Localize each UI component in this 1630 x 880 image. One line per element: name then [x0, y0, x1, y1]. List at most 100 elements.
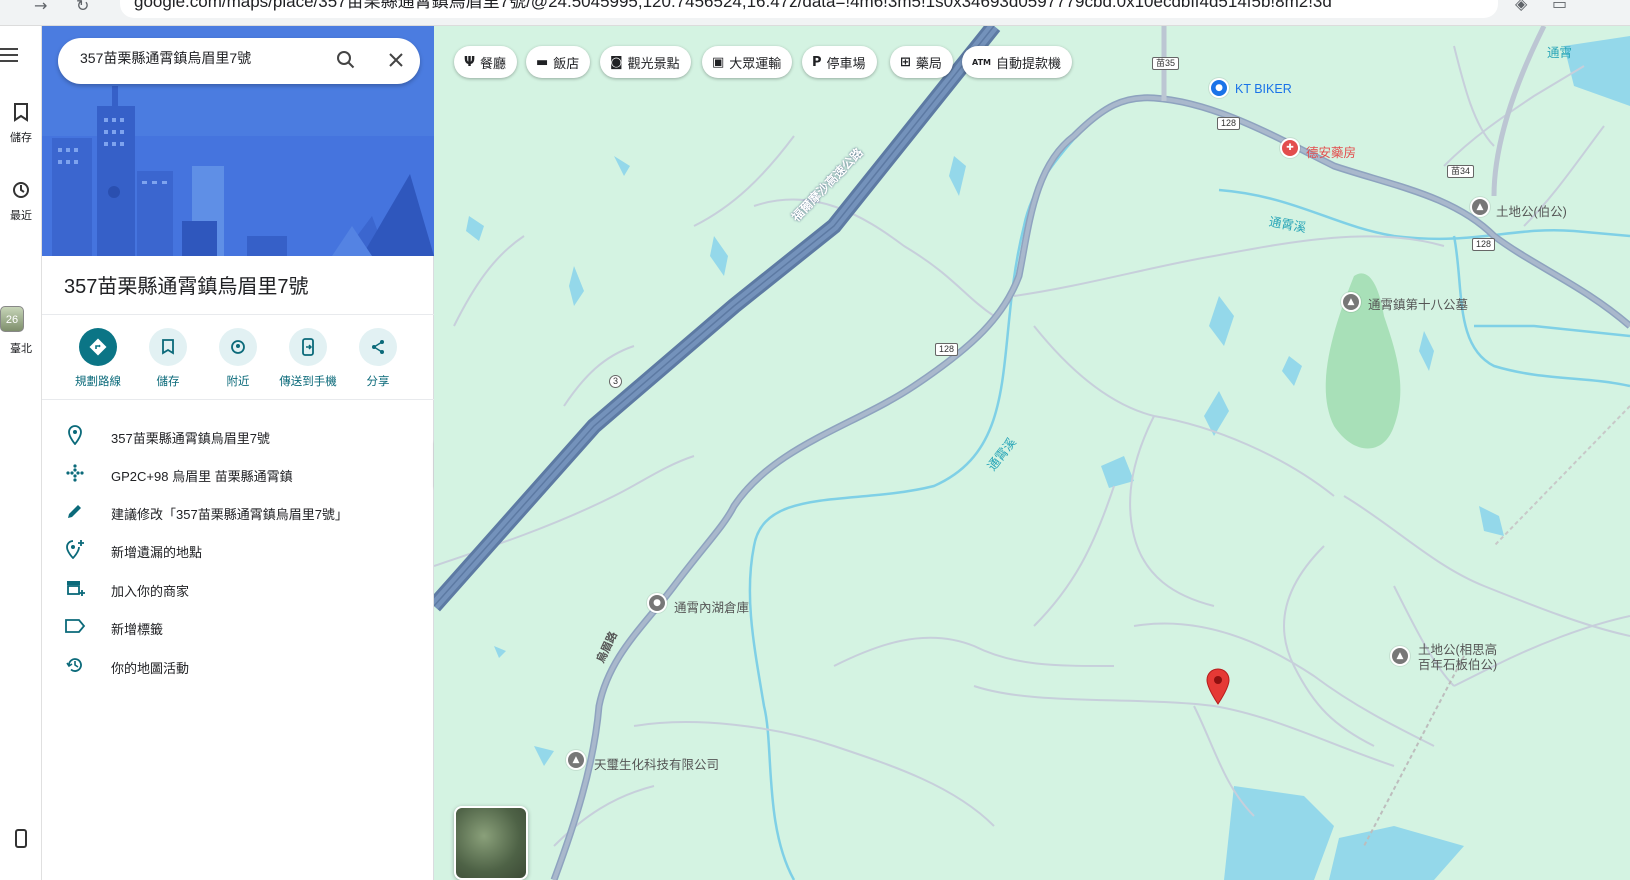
divider	[42, 314, 434, 315]
chip-parking[interactable]: P 停車場	[802, 46, 877, 78]
shopping-bag-icon: ●	[1211, 80, 1227, 96]
chip-hotels[interactable]: ▬ 飯店	[526, 46, 591, 78]
address-bar[interactable]: google.com/maps/place/357苗栗縣通霄鎮烏眉里7號/@24…	[120, 0, 1498, 18]
restaurant-icon: Ψ	[464, 54, 476, 70]
pharmacy-icon: ⊞	[900, 54, 911, 70]
place-hero-illustration	[42, 26, 434, 256]
rail-recent-place[interactable]: 臺北	[0, 338, 42, 356]
chip-label: 觀光景點	[627, 55, 680, 71]
poi-pin[interactable]: ▲	[1470, 197, 1490, 217]
temple-icon: ▲	[1472, 199, 1488, 215]
history-icon	[64, 654, 86, 676]
poi-label-pharmacy[interactable]: 德安藥房	[1306, 142, 1356, 161]
add-place-icon	[64, 538, 86, 560]
suggest-edit-text: 建議修改「357苗栗縣通霄鎮烏眉里7號」	[111, 507, 348, 522]
rail-app-download[interactable]	[0, 828, 42, 853]
share-label: 分享	[366, 376, 390, 388]
add-missing-place-text: 新增遺漏的地點	[111, 545, 203, 560]
chip-attractions[interactable]: ◙ 觀光景點	[600, 46, 691, 78]
hotel-icon: ▬	[536, 54, 549, 70]
save-label: 儲存	[156, 376, 180, 388]
send-to-phone-label: 傳送到手機	[279, 376, 337, 388]
save-button[interactable]: 儲存	[133, 328, 203, 389]
poi-pin[interactable]: ●	[647, 593, 667, 613]
poi-pin[interactable]: ✚	[1280, 138, 1300, 158]
poi-label-temple[interactable]: 土地公(伯公)	[1496, 201, 1567, 220]
rail-saved-label: 儲存	[10, 132, 32, 144]
install-app-icon[interactable]: ▭	[1552, 0, 1567, 13]
layers-toggle-thumbnail[interactable]	[454, 806, 528, 880]
directions-icon	[79, 328, 117, 366]
nearby-button[interactable]: 附近	[203, 328, 273, 389]
rail-recent[interactable]: 最近	[0, 180, 42, 223]
map-activity-text: 你的地圖活動	[111, 661, 190, 676]
left-rail: 儲存 最近 26 臺北	[0, 26, 42, 880]
chip-label: 飯店	[553, 55, 580, 71]
poi-label-company[interactable]: 天璽生化科技有限公司	[594, 754, 719, 773]
detail-address-text: 357苗栗縣通霄鎮烏眉里7號	[111, 431, 270, 446]
send-to-phone-button[interactable]: 傳送到手機	[273, 328, 343, 389]
map-activity-item[interactable]: 你的地圖活動	[42, 646, 434, 684]
add-label-item[interactable]: 新增標籤	[42, 607, 434, 645]
menu-icon[interactable]	[0, 48, 20, 64]
reload-icon[interactable]: ↻	[76, 0, 89, 15]
search-box[interactable]	[58, 38, 420, 84]
chip-transit[interactable]: ▣ 大眾運輸	[702, 46, 793, 78]
nearby-icon	[219, 328, 257, 366]
send-to-phone-icon	[289, 328, 327, 366]
parking-icon: P	[812, 54, 822, 70]
location-icon[interactable]: ◈	[1515, 0, 1527, 13]
phone-icon	[0, 828, 42, 853]
forward-icon[interactable]: →	[34, 0, 47, 15]
road-shield: 128	[1472, 238, 1496, 251]
road-shield: 苗34	[1447, 165, 1475, 178]
add-business-text: 加入你的商家	[111, 584, 190, 599]
detail-address[interactable]: 357苗栗縣通霄鎮烏眉里7號	[42, 416, 434, 454]
poi-pin[interactable]: ▲	[1341, 292, 1361, 312]
add-missing-place-item[interactable]: 新增遺漏的地點	[42, 530, 434, 568]
poi-label-kt-biker[interactable]: KT BIKER	[1235, 82, 1292, 96]
detail-plus-code[interactable]: GP2C+98 烏眉里 苗栗縣通霄鎮	[42, 454, 434, 492]
history-icon	[0, 180, 42, 205]
bookmark-icon	[149, 328, 187, 366]
poi-label-temple-2[interactable]: 土地公(相思高 百年石板伯公)	[1418, 643, 1497, 673]
rail-saved[interactable]: 儲存	[0, 102, 42, 145]
poi-pin[interactable]: ▲	[566, 750, 586, 770]
directions-label: 規劃路線	[75, 376, 121, 388]
plus-code-icon	[64, 462, 86, 484]
place-actions: 規劃路線 儲存 附近 傳送到手機 分享	[42, 326, 434, 396]
poi-pin[interactable]: ●	[1209, 78, 1229, 98]
warehouse-icon: ●	[649, 595, 665, 611]
chip-label: 自動提款機	[996, 55, 1062, 71]
chip-pharmacy[interactable]: ⊞ 藥局	[890, 46, 953, 78]
add-business-item[interactable]: 加入你的商家	[42, 569, 434, 607]
place-title: 357苗栗縣通霄鎮烏眉里7號	[64, 276, 309, 298]
close-icon[interactable]	[384, 48, 408, 72]
map-canvas[interactable]: Ψ 餐廳 ▬ 飯店 ◙ 觀光景點 ▣ 大眾運輸 P 停車場 ⊞ 藥局 ATM 自動提款機 苗3…	[434, 26, 1630, 880]
camera-icon: ◙	[610, 54, 623, 70]
poi-label-warehouse[interactable]: 通霄內湖倉庫	[674, 597, 749, 616]
chip-atm[interactable]: ATM 自動提款機	[962, 46, 1073, 78]
poi-pin[interactable]: ▲	[1390, 646, 1410, 666]
location-marker-icon[interactable]	[1205, 668, 1231, 706]
nearby-label: 附近	[226, 376, 250, 388]
chip-label: 停車場	[826, 55, 866, 71]
label-icon	[64, 615, 86, 637]
suggest-edit-item[interactable]: 建議修改「357苗栗縣通霄鎮烏眉里7號」	[42, 492, 434, 530]
recent-place-thumbnail[interactable]: 26	[0, 306, 24, 332]
rail-recent-place-label: 臺北	[10, 343, 32, 355]
poi-label-cemetery[interactable]: 通霄鎮第十八公墓	[1368, 294, 1468, 313]
temple-icon: ▲	[1392, 648, 1408, 664]
road-shield: 128	[1217, 117, 1241, 130]
thumbnail-badge: 26	[5, 314, 19, 326]
search-icon[interactable]	[334, 48, 358, 72]
directions-button[interactable]: 規劃路線	[63, 328, 133, 389]
share-button[interactable]: 分享	[343, 328, 413, 389]
chip-label: 餐廳	[480, 55, 507, 71]
search-input[interactable]	[80, 50, 310, 66]
divider	[42, 399, 434, 400]
chip-restaurants[interactable]: Ψ 餐廳	[454, 46, 518, 78]
atm-icon: ATM	[972, 57, 991, 67]
transit-icon: ▣	[712, 54, 725, 70]
bookmark-icon	[0, 102, 42, 127]
